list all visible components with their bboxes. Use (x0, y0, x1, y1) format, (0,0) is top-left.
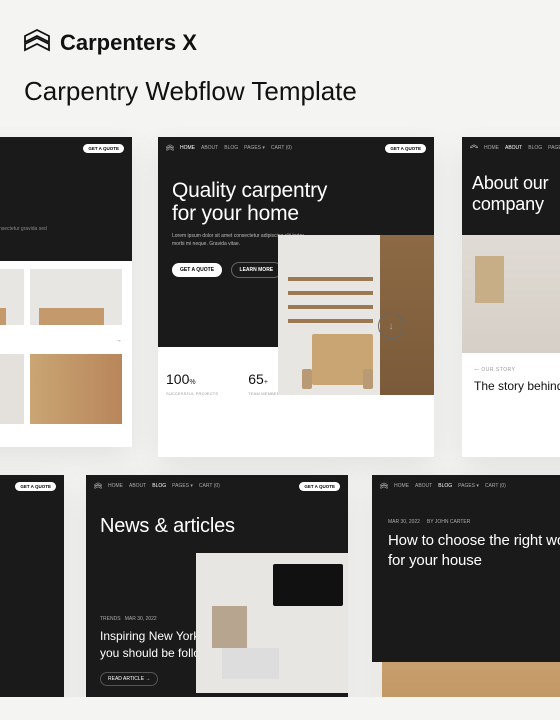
nav-blog[interactable]: BLOG (438, 483, 452, 489)
service-grid (0, 348, 132, 430)
logo-icon (380, 482, 388, 490)
kitchen-image (372, 662, 560, 697)
arrow-icon: → (115, 337, 122, 344)
nav-pages[interactable]: PAGES ▾ (244, 145, 265, 151)
preview-nav: GET A QUOTE (0, 137, 132, 159)
stool (363, 369, 373, 388)
preview-kitchens[interactable]: GET A QUOTE ens REVIEWS (0, 475, 64, 697)
post-category: TRENDS (100, 616, 121, 622)
service-link[interactable]: → Closets → (0, 333, 132, 348)
preview-about[interactable]: HOME ABOUT BLOG PAGES ▾ About ourcompany… (462, 137, 560, 457)
nav-about[interactable]: ABOUT (505, 145, 522, 151)
brand-row: Carpenters X (24, 28, 536, 58)
home-hero: Quality carpentryfor your home Lorem ips… (158, 159, 434, 347)
blog-body: News & articles TRENDS MAR 30, 2022 Insp… (86, 497, 348, 697)
grid-cell[interactable] (0, 354, 24, 424)
read-article-button[interactable]: READ ARTICLE → (100, 672, 158, 686)
stat-suffix: % (189, 379, 195, 386)
post-date: MAR 30, 2022 (125, 616, 157, 622)
section-text: OUR STORY (481, 367, 515, 373)
preview-nav: GET A QUOTE (0, 475, 64, 497)
post-body: MAR 30, 2022 BY JOHN CARTER How to choos… (372, 497, 560, 662)
scroll-down-icon[interactable]: ↓ (378, 313, 404, 339)
nav-about[interactable]: ABOUT (201, 145, 218, 151)
kitchen-image (278, 235, 434, 395)
logo-icon (166, 144, 174, 152)
nav-pages[interactable]: PAGES ▾ (548, 145, 560, 151)
post-author: BY JOHN CARTER (427, 519, 470, 525)
preview-nav: HOME ABOUT BLOG PAGES ▾ CART (0) GET A Q… (158, 137, 434, 159)
stool (302, 369, 312, 388)
nav-about[interactable]: ABOUT (129, 483, 146, 489)
story-heading: The story behind th (474, 379, 560, 393)
hero-line2: for your home (172, 202, 299, 225)
template-gallery: GET A QUOTE r a wideservices Lorem ipsum… (0, 127, 560, 697)
preview-blog-post[interactable]: HOME ABOUT BLOG PAGES ▾ CART (0) MAR 30,… (372, 475, 560, 697)
nav-pages[interactable]: PAGES ▾ (172, 483, 193, 489)
nav-home[interactable]: HOME (108, 483, 123, 489)
nav-home[interactable]: HOME (180, 145, 195, 151)
post-title: How to choose the right wood for your ho… (388, 531, 560, 570)
hero-desc: Lorem ipsum dolor sit amet consectetur g… (0, 226, 52, 241)
carpenters-logo-icon (24, 28, 50, 58)
nav-blog[interactable]: BLOG (152, 483, 166, 489)
nav-pages[interactable]: PAGES ▾ (458, 483, 479, 489)
brand-name: Carpenters X (60, 30, 197, 56)
hero-line1: About our (472, 173, 548, 193)
page-subtitle: Carpentry Webflow Template (24, 76, 536, 107)
nav-home[interactable]: HOME (394, 483, 409, 489)
nav-home[interactable]: HOME (484, 145, 499, 151)
quote-button[interactable]: GET A QUOTE (385, 144, 426, 153)
nav-cart[interactable]: CART (0) (485, 483, 506, 489)
service-thumbs (0, 261, 132, 333)
thumb-bedroom[interactable] (0, 269, 24, 325)
post-date: MAR 30, 2022 (388, 519, 420, 525)
workshop-image (462, 235, 560, 353)
quote-button[interactable]: GET A QUOTE (15, 482, 56, 491)
preview-home[interactable]: HOME ABOUT BLOG PAGES ▾ CART (0) GET A Q… (158, 137, 434, 457)
nav-cart[interactable]: CART (0) (271, 145, 292, 151)
stat-suffix: + (264, 379, 268, 386)
stat-val: 100 (166, 371, 189, 387)
quote-button[interactable]: GET A QUOTE (299, 482, 340, 491)
preview-nav: HOME ABOUT BLOG PAGES ▾ (462, 137, 560, 159)
preview-nav: HOME ABOUT BLOG PAGES ▾ CART (0) GET A Q… (86, 475, 348, 497)
about-hero: About ourcompany (462, 159, 560, 235)
page-header: Carpenters X Carpentry Webflow Template (0, 0, 560, 127)
hero-line2: company (472, 194, 544, 214)
hero-line1: Quality carpentry (172, 179, 327, 202)
nav-cart[interactable]: CART (0) (199, 483, 220, 489)
thumb-hall[interactable] (30, 269, 122, 325)
section-title: ens (0, 525, 52, 553)
story-section: — OUR STORY The story behind th (462, 353, 560, 407)
card4-body: ens (0, 497, 64, 553)
stat-val: 65 (248, 371, 264, 387)
nav-blog[interactable]: BLOG (528, 145, 542, 151)
preview-blog[interactable]: HOME ABOUT BLOG PAGES ▾ CART (0) GET A Q… (86, 475, 348, 697)
logo-icon (470, 144, 478, 152)
blog-title: News & articles (100, 515, 334, 538)
link-label: Closets (0, 337, 115, 344)
stat-item: 100% SUCCESSFUL PROJECTS (166, 371, 218, 411)
services-hero: r a wideservices Lorem ipsum dolor sit a… (0, 159, 132, 261)
table (222, 648, 280, 679)
preview-nav: HOME ABOUT BLOG PAGES ▾ CART (0) (372, 475, 560, 497)
section-label: — OUR STORY (474, 367, 560, 373)
nav-blog[interactable]: BLOG (224, 145, 238, 151)
logo-icon (94, 482, 102, 490)
post-meta: MAR 30, 2022 BY JOHN CARTER (388, 519, 560, 525)
post-image (196, 553, 348, 693)
stat-label: SUCCESSFUL PROJECTS (166, 391, 218, 396)
get-quote-button[interactable]: GET A QUOTE (172, 263, 222, 277)
preview-services[interactable]: GET A QUOTE r a wideservices Lorem ipsum… (0, 137, 132, 447)
grid-cell[interactable] (30, 354, 122, 424)
nav-about[interactable]: ABOUT (415, 483, 432, 489)
learn-more-button[interactable]: LEARN MORE (231, 262, 283, 278)
quote-button[interactable]: GET A QUOTE (83, 144, 124, 153)
